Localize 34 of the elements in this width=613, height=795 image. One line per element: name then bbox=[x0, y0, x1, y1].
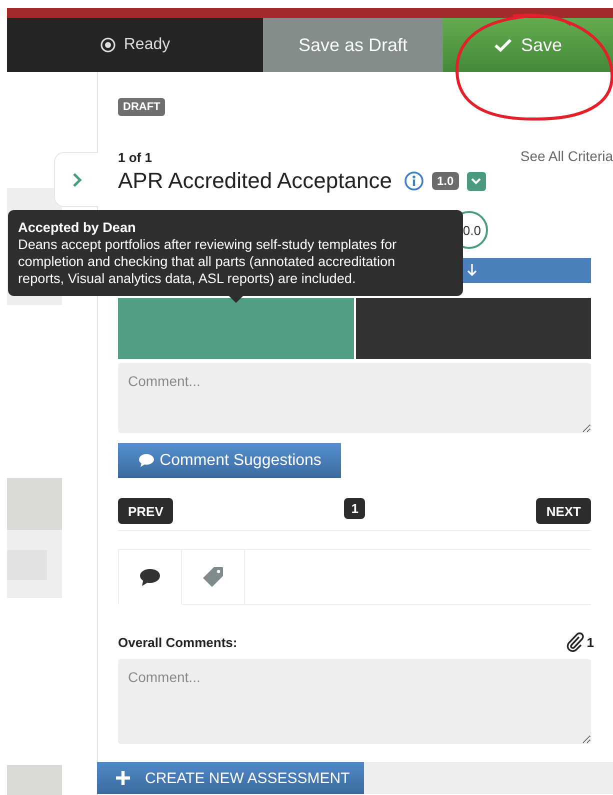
tooltip-title: Accepted by Dean bbox=[18, 219, 137, 236]
chevron-down-icon bbox=[471, 178, 482, 184]
attachment-count: 1 bbox=[586, 634, 594, 650]
status-icon bbox=[100, 37, 116, 53]
plus-icon bbox=[115, 770, 131, 786]
status-label: Ready bbox=[124, 36, 170, 54]
comment-suggestions-button[interactable]: Comment Suggestions bbox=[118, 443, 341, 478]
weight-badge: 1.0 bbox=[432, 172, 459, 190]
criterion-title: APR Accredited Acceptance bbox=[118, 168, 392, 194]
save-button[interactable]: Save bbox=[443, 18, 613, 72]
speech-bubble-icon bbox=[138, 453, 155, 468]
overall-comments-label: Overall Comments: bbox=[118, 634, 238, 650]
status-badge: DRAFT bbox=[118, 98, 166, 116]
background-panel bbox=[7, 765, 62, 795]
see-all-criteria-link[interactable]: See All Criteria bbox=[520, 148, 613, 165]
speech-bubble-icon bbox=[139, 568, 161, 586]
create-assessment-button[interactable]: CREATE NEW ASSESSMENT bbox=[97, 762, 364, 794]
page-number[interactable]: 1 bbox=[344, 498, 366, 519]
down-arrow-icon bbox=[467, 264, 477, 277]
check-icon bbox=[494, 38, 512, 52]
dropdown-button[interactable] bbox=[466, 172, 486, 190]
save-draft-button[interactable]: Save as Draft bbox=[263, 18, 443, 72]
next-button[interactable]: NEXT bbox=[536, 498, 591, 524]
tag-icon bbox=[202, 566, 224, 588]
prev-button[interactable]: PREV bbox=[118, 498, 174, 524]
paperclip-icon[interactable] bbox=[566, 632, 584, 652]
tooltip-text: Deans accept portfolios after reviewing self-study templates for completion and checking that all parts (annotated accreditation reports, Visual analytics data, ASL reports) are included. bbox=[18, 236, 398, 287]
overall-comment-field[interactable]: Comment... bbox=[118, 659, 591, 744]
comment-tab[interactable] bbox=[118, 550, 182, 605]
criteria-position: 1 of 1 bbox=[118, 150, 152, 165]
info-icon[interactable] bbox=[404, 171, 424, 191]
background-panel bbox=[7, 478, 62, 530]
chevron-right-icon bbox=[72, 172, 82, 188]
comment-field[interactable]: Comment... bbox=[118, 363, 591, 433]
